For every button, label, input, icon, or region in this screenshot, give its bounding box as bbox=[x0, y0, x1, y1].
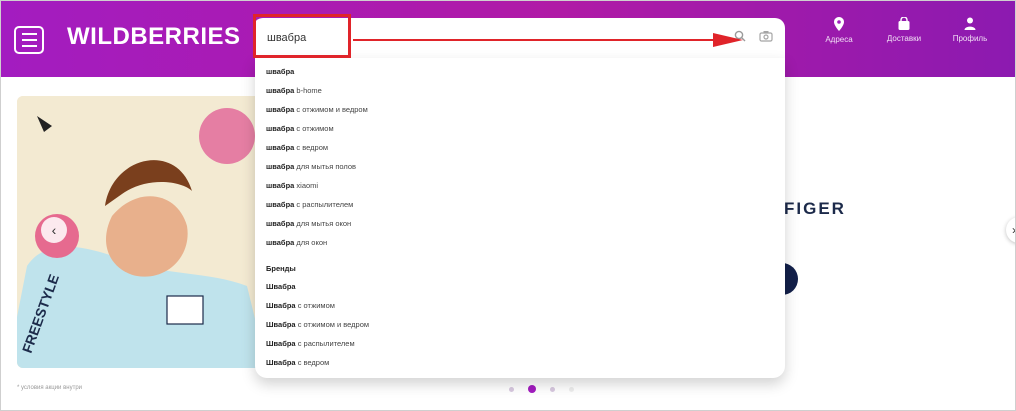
suggestion-item[interactable]: швабра для мытья окон bbox=[266, 219, 351, 229]
delivery-bag-icon bbox=[898, 17, 910, 30]
suggestion-item[interactable]: швабра с отжимом и ведром bbox=[266, 105, 368, 115]
page: WILDBERRIES Адреса Доставки bbox=[0, 0, 1016, 411]
suggestion-item[interactable]: швабра с распылителем bbox=[266, 200, 353, 210]
suggestion-item[interactable]: швабра для окон bbox=[266, 238, 327, 248]
nav-label: Адреса bbox=[825, 35, 853, 44]
suggestion-item[interactable]: швабра xiaomi bbox=[266, 181, 318, 191]
nav-addresses[interactable]: Адреса bbox=[816, 17, 862, 44]
suggestion-item[interactable]: швабра с отжимом bbox=[266, 124, 334, 134]
carousel-dots bbox=[509, 385, 574, 393]
menu-line bbox=[21, 39, 37, 41]
location-pin-icon bbox=[834, 17, 844, 31]
nav-label: Доставки bbox=[886, 34, 922, 43]
carousel-dot-active[interactable] bbox=[528, 385, 536, 393]
menu-line bbox=[21, 45, 37, 47]
brand-suggestion-item[interactable]: Швабра с отжимом и ведром bbox=[266, 320, 369, 330]
nav-label: Профиль bbox=[952, 34, 988, 43]
footnote: * условия акции внутри bbox=[17, 385, 83, 391]
brand-suggestion-item[interactable]: Швабра с ведром bbox=[266, 358, 329, 368]
arrow-annotation bbox=[353, 33, 743, 47]
brands-heading: Бренды bbox=[266, 264, 296, 273]
brand-suggestion-item[interactable]: Швабра bbox=[266, 282, 296, 292]
search-suggestions-dropdown: швабра швабра b-home швабра с отжимом и … bbox=[255, 58, 785, 378]
carousel-dot[interactable] bbox=[550, 386, 555, 392]
menu-line bbox=[21, 33, 37, 35]
camera-icon[interactable] bbox=[759, 30, 773, 42]
brand-banner-text: FIGER bbox=[784, 199, 846, 218]
suggestion-item[interactable]: швабра b-home bbox=[266, 86, 322, 96]
brand-suggestion-item[interactable]: Швабра с отжимом bbox=[266, 301, 335, 311]
suggestion-item[interactable]: швабра для мытья полов bbox=[266, 162, 356, 172]
hamburger-menu-button[interactable] bbox=[14, 26, 44, 54]
carousel-prev-button[interactable]: ‹ bbox=[41, 217, 67, 243]
highlight-box-annotation bbox=[253, 14, 351, 58]
user-icon bbox=[964, 17, 976, 30]
carousel-dot[interactable] bbox=[569, 386, 574, 392]
suggestion-item[interactable]: швабра bbox=[266, 67, 294, 77]
brand-suggestion-item[interactable]: Швабра с распылителем bbox=[266, 339, 355, 349]
suggestion-item[interactable]: швабра с ведром bbox=[266, 143, 328, 153]
nav-profile[interactable]: Профиль bbox=[947, 17, 993, 43]
carousel-next-button[interactable]: › bbox=[1006, 217, 1015, 243]
nav-deliveries[interactable]: Доставки bbox=[881, 17, 927, 43]
logo[interactable]: WILDBERRIES bbox=[67, 23, 241, 51]
carousel-dot[interactable] bbox=[509, 386, 514, 392]
